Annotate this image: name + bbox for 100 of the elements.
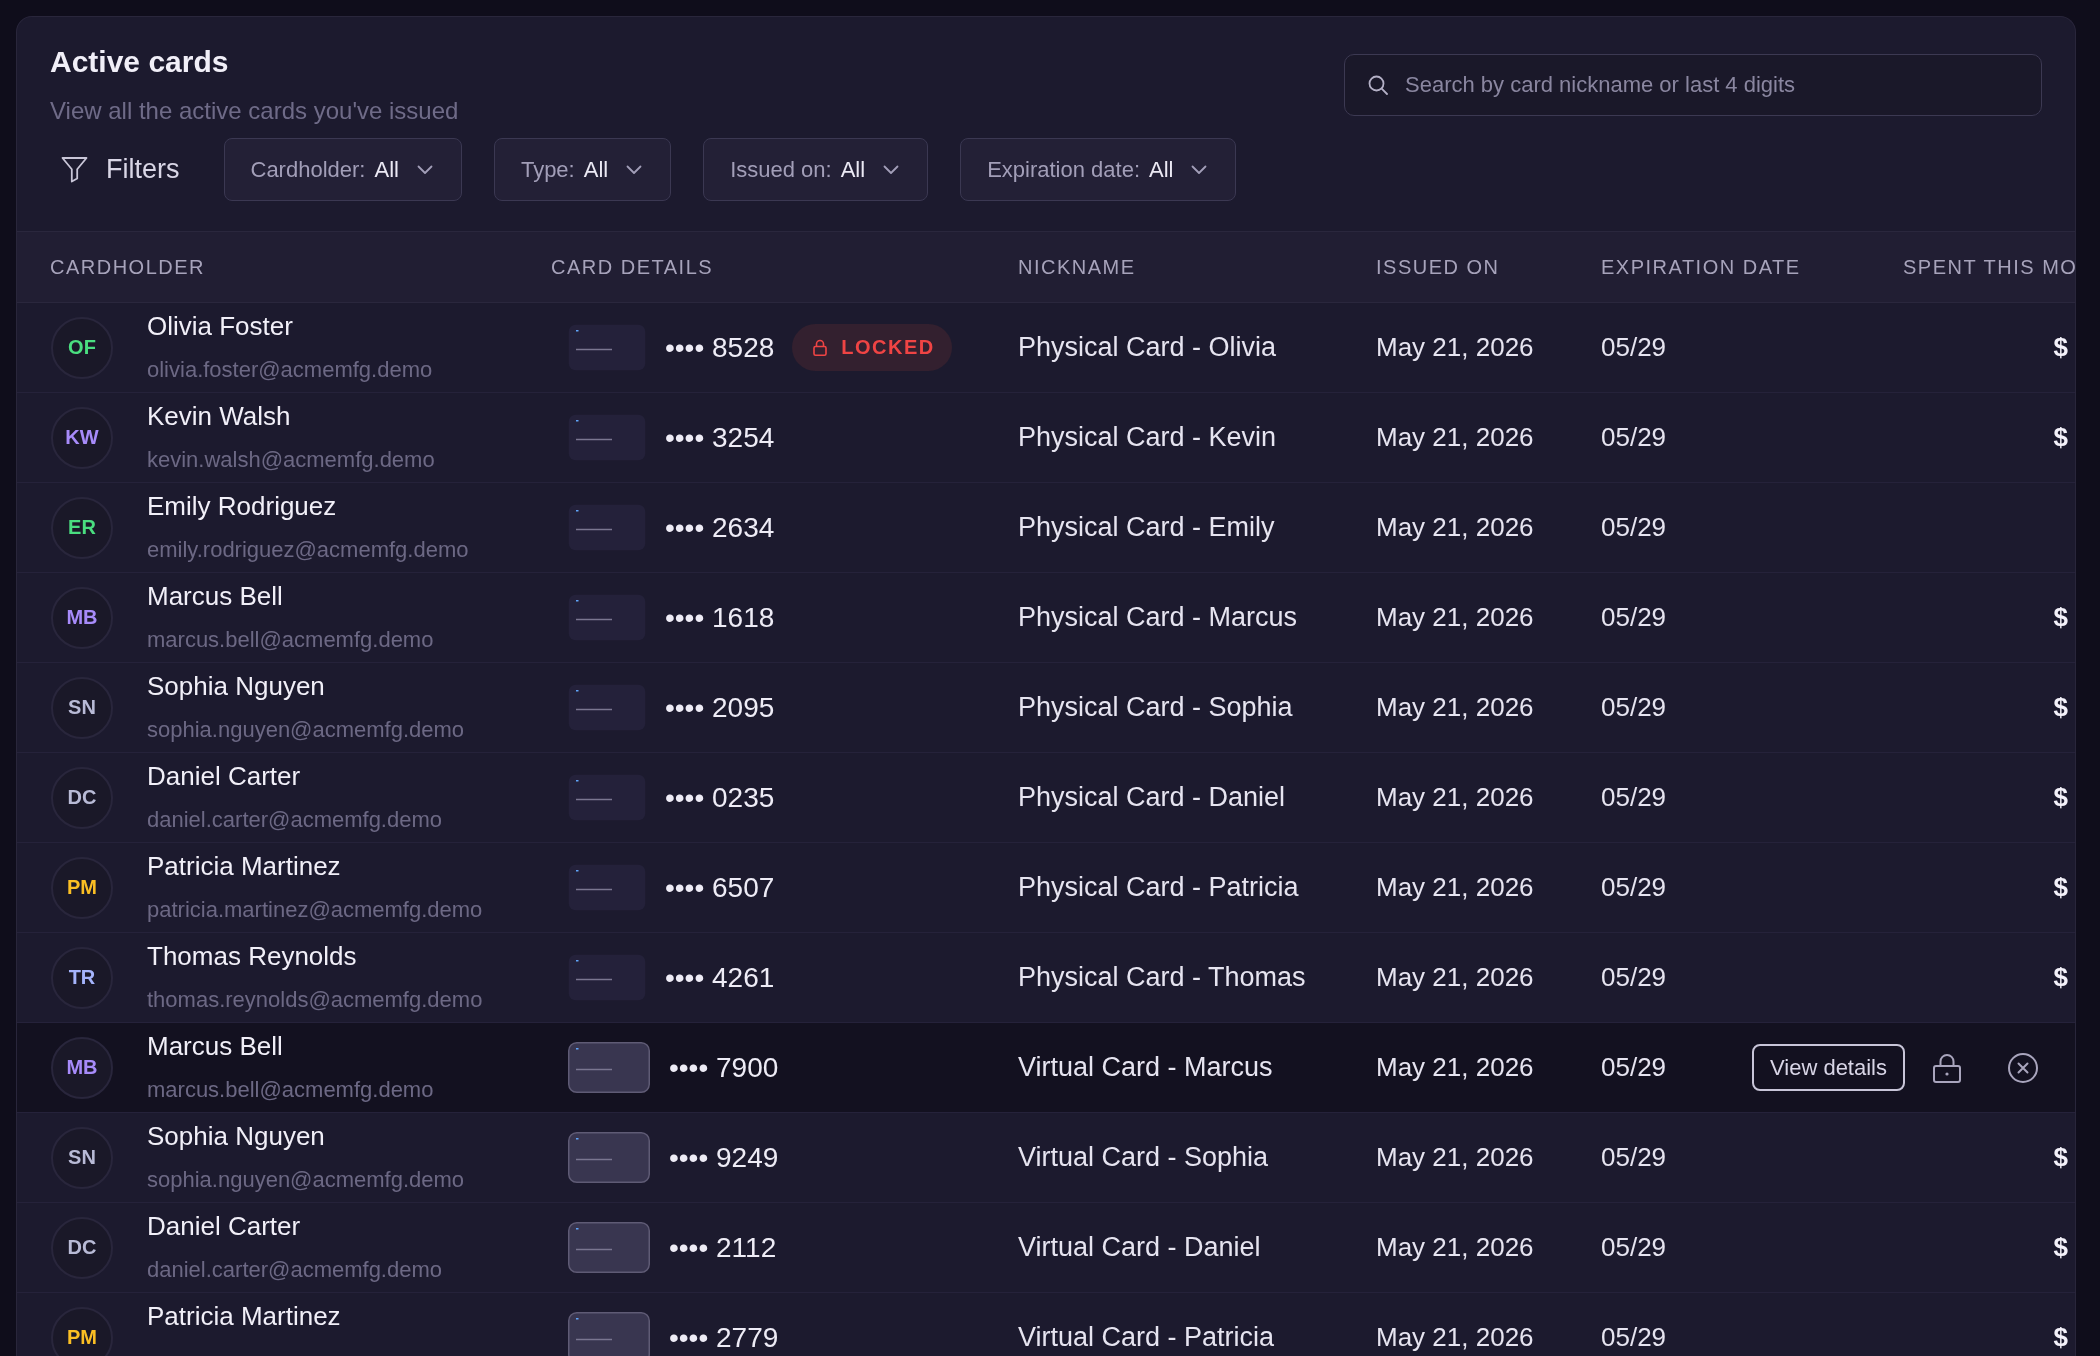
chevron-down-icon	[416, 164, 433, 175]
expiration-date: 05/29	[1601, 962, 1667, 993]
table-row[interactable]: KW Kevin Walsh kevin.walsh@acmemfg.demo •••• 3254 Physical Card - Kevin May 21, 2026 05/29 $	[17, 393, 2075, 483]
cardholder-email: daniel.carter@acmemfg.demo	[147, 805, 442, 834]
spent-amount: $	[2053, 692, 2068, 723]
card-icon	[568, 594, 646, 641]
card-number: •••• 9249	[669, 1141, 779, 1174]
issued-date: May 21, 2026	[1376, 782, 1534, 813]
expiration-date: 05/29	[1601, 1142, 1667, 1173]
card-nickname: Physical Card - Thomas	[1018, 962, 1306, 993]
column-header: NICKNAME	[1018, 255, 1136, 279]
funnel-icon	[61, 156, 88, 183]
filters-label: Filters	[106, 154, 180, 185]
expiration-date: 05/29	[1601, 872, 1667, 903]
expiration-date: 05/29	[1601, 1052, 1667, 1083]
cardholder-email: patricia.martinez@acmemfg.demo	[147, 895, 483, 924]
table-row[interactable]: DC Daniel Carter daniel.carter@acmemfg.demo •••• 2112 Virtual Card - Daniel May 21, 2026 05/29 $	[17, 1203, 2075, 1293]
filter-dropdown[interactable]: Expiration date: All	[960, 138, 1237, 201]
card-icon	[568, 1042, 650, 1093]
card-icon	[568, 1132, 650, 1183]
table-row[interactable]: PM Patricia Martinez •••• 2779 Virtual Card - Patricia May 21, 2026 05/29 $	[17, 1293, 2075, 1356]
cardholder-name: Sophia Nguyen	[147, 1120, 325, 1151]
issued-date: May 21, 2026	[1376, 1322, 1534, 1353]
card-number: •••• 2779	[669, 1321, 779, 1354]
lock-icon[interactable]	[1933, 1052, 1961, 1083]
card-icon	[568, 954, 646, 1001]
card-number: •••• 2112	[669, 1231, 777, 1264]
chevron-down-icon	[1191, 164, 1208, 175]
cardholder-email: thomas.reynolds@acmemfg.demo	[147, 985, 483, 1014]
page-title: Active cards	[50, 44, 230, 80]
cardholder-name: Marcus Bell	[147, 580, 283, 611]
cardholder-name: Sophia Nguyen	[147, 670, 325, 701]
card-icon	[568, 1222, 650, 1273]
card-number: •••• 3254	[665, 421, 775, 454]
column-header: EXPIRATION DATE	[1601, 255, 1801, 279]
table-row[interactable]: SN Sophia Nguyen sophia.nguyen@acmemfg.demo •••• 9249 Virtual Card - Sophia May 21, 2026 05/29 $	[17, 1113, 2075, 1203]
card-number: •••• 6507	[665, 871, 775, 904]
chevron-down-icon	[883, 164, 900, 175]
cardholder-name: Emily Rodriguez	[147, 490, 337, 521]
issued-date: May 21, 2026	[1376, 1052, 1534, 1083]
filter-dropdown[interactable]: Cardholder: All	[223, 138, 462, 201]
cardholder-name: Daniel Carter	[147, 760, 301, 791]
column-header: ISSUED ON	[1376, 255, 1500, 279]
spent-amount: $	[2053, 782, 2068, 813]
card-nickname: Virtual Card - Marcus	[1018, 1052, 1273, 1083]
table-row[interactable]: SN Sophia Nguyen sophia.nguyen@acmemfg.demo •••• 2095 Physical Card - Sophia May 21, 2026 05/29 $	[17, 663, 2075, 753]
cardholder-email: kevin.walsh@acmemfg.demo	[147, 445, 435, 474]
card-icon	[568, 1312, 650, 1356]
card-number: •••• 2634	[665, 511, 775, 544]
column-header: CARDHOLDER	[50, 255, 206, 279]
card-nickname: Physical Card - Daniel	[1018, 782, 1286, 813]
issued-date: May 21, 2026	[1376, 512, 1534, 543]
search-icon	[1368, 75, 1388, 95]
card-number: •••• 1618	[665, 601, 775, 634]
filter-dropdown[interactable]: Type: All	[493, 138, 672, 201]
expiration-date: 05/29	[1601, 422, 1667, 453]
filter-dropdown[interactable]: Issued on: All	[703, 138, 929, 201]
cardholder-name: Thomas Reynolds	[147, 940, 357, 971]
issued-date: May 21, 2026	[1376, 1232, 1534, 1263]
issued-date: May 21, 2026	[1376, 692, 1534, 723]
card-nickname: Physical Card - Patricia	[1018, 872, 1299, 903]
card-nickname: Physical Card - Olivia	[1018, 332, 1277, 363]
card-icon	[568, 414, 646, 461]
table-row[interactable]: PM Patricia Martinez patricia.martinez@acmemfg.demo •••• 6507 Physical Card - Patricia May 21, 2026 05/29 $	[17, 843, 2075, 933]
spent-amount: $	[2053, 872, 2068, 903]
cardholder-name: Patricia Martinez	[147, 850, 341, 881]
search-field[interactable]: Search by card nickname or last 4 digits	[1344, 54, 2042, 116]
close-icon[interactable]	[2008, 1052, 2038, 1083]
table-row[interactable]: DC Daniel Carter daniel.carter@acmemfg.demo •••• 0235 Physical Card - Daniel May 21, 2026 05/29 $	[17, 753, 2075, 843]
card-nickname: Virtual Card - Daniel	[1018, 1232, 1261, 1263]
expiration-date: 05/29	[1601, 332, 1667, 363]
card-number: •••• 7900	[669, 1051, 779, 1084]
card-nickname: Virtual Card - Patricia	[1018, 1322, 1275, 1353]
expiration-date: 05/29	[1601, 692, 1667, 723]
table-row[interactable]: MB Marcus Bell marcus.bell@acmemfg.demo •••• 1618 Physical Card - Marcus May 21, 2026 05/29 $	[17, 573, 2075, 663]
status-text: LOCKED	[841, 336, 935, 359]
view-details-button[interactable]: View details	[1752, 1044, 1905, 1091]
cardholder-email: marcus.bell@acmemfg.demo	[147, 625, 434, 654]
initials-avatar: TR	[51, 946, 113, 1009]
cardholder-email: daniel.carter@acmemfg.demo	[147, 1255, 442, 1284]
issued-date: May 21, 2026	[1376, 602, 1534, 633]
table-row[interactable]: ER Emily Rodriguez emily.rodriguez@acmemfg.demo •••• 2634 Physical Card - Emily May 21, 2026 05/29	[17, 483, 2075, 573]
card-nickname: Virtual Card - Sophia	[1018, 1142, 1269, 1173]
table-row[interactable]: MB Marcus Bell marcus.bell@acmemfg.demo •••• 7900 Virtual Card - Marcus May 21, 2026 05/29 View details	[17, 1023, 2075, 1113]
expiration-date: 05/29	[1601, 1322, 1667, 1353]
spent-amount: $	[2053, 1322, 2068, 1353]
initials-avatar: PM	[51, 1306, 113, 1356]
card-icon	[568, 864, 646, 911]
cardholder-name: Patricia Martinez	[147, 1300, 341, 1331]
lock-icon	[813, 339, 828, 356]
cardholder-email: marcus.bell@acmemfg.demo	[147, 1075, 434, 1104]
expiration-date: 05/29	[1601, 512, 1667, 543]
issued-date: May 21, 2026	[1376, 422, 1534, 453]
card-number: •••• 4261	[665, 961, 775, 994]
initials-avatar: MB	[51, 1036, 113, 1099]
issued-date: May 21, 2026	[1376, 962, 1534, 993]
table-row[interactable]: OF Olivia Foster olivia.foster@acmemfg.demo •••• 8528 LOCKED Physical Card - Olivia May 21, 2026 05/29 $	[17, 303, 2075, 393]
initials-avatar: SN	[51, 676, 113, 739]
spent-amount: $	[2053, 332, 2068, 363]
card-icon	[568, 684, 646, 731]
